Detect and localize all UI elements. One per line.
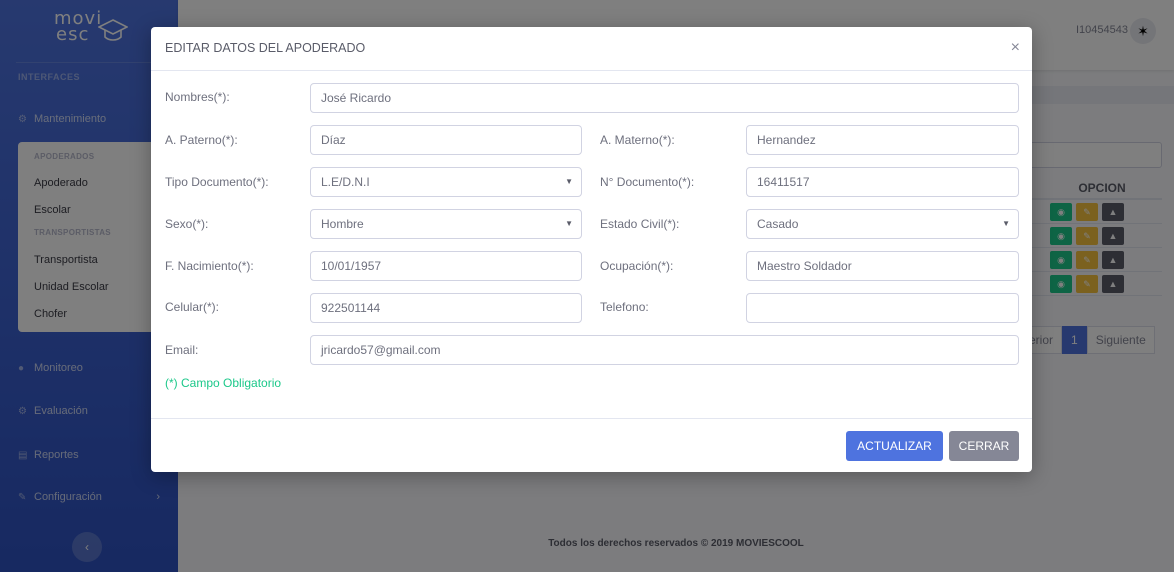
tipo-documento-label: Tipo Documento(*): [165,175,269,189]
materno-label: A. Materno(*): [600,133,675,147]
sexo-select[interactable]: Hombre ▼ [310,209,582,239]
modal-footer-divider [151,418,1032,419]
close-icon[interactable]: × [1011,39,1020,57]
caret-down-icon: ▼ [565,177,573,186]
estado-civil-value: Casado [757,217,799,231]
edit-apoderado-modal: EDITAR DATOS DEL APODERADO × Nombres(*):… [151,27,1032,472]
update-button[interactable]: ACTUALIZAR [846,431,943,461]
sexo-label: Sexo(*): [165,217,209,231]
tipo-documento-value: L.E/D.N.I [321,175,370,189]
estado-civil-select[interactable]: Casado ▼ [746,209,1019,239]
celular-field[interactable]: 922501144 [310,293,582,323]
nombres-field[interactable]: José Ricardo [310,83,1019,113]
caret-down-icon: ▼ [565,219,573,228]
sexo-value: Hombre [321,217,364,231]
nacimiento-field[interactable]: 10/01/1957 [310,251,582,281]
nro-documento-field[interactable]: 16411517 [746,167,1019,197]
paterno-label: A. Paterno(*): [165,133,238,147]
email-field[interactable]: jricardo57@gmail.com [310,335,1019,365]
nacimiento-label: F. Nacimiento(*): [165,259,254,273]
celular-label: Celular(*): [165,300,220,314]
nombres-label: Nombres(*): [165,90,230,104]
estado-civil-label: Estado Civil(*): [600,217,680,231]
telefono-field[interactable] [746,293,1019,323]
paterno-field[interactable]: Díaz [310,125,582,155]
ocupacion-label: Ocupación(*): [600,259,674,273]
tipo-documento-select[interactable]: L.E/D.N.I ▼ [310,167,582,197]
required-note: (*) Campo Obligatorio [165,376,282,390]
ocupacion-field[interactable]: Maestro Soldador [746,251,1019,281]
email-label: Email: [165,343,199,357]
close-button[interactable]: CERRAR [949,431,1019,461]
modal-title: EDITAR DATOS DEL APODERADO [165,41,366,55]
materno-field[interactable]: Hernandez [746,125,1019,155]
modal-header: EDITAR DATOS DEL APODERADO × [151,27,1032,71]
telefono-label: Telefono: [600,300,649,314]
nro-documento-label: N° Documento(*): [600,175,695,189]
caret-down-icon: ▼ [1002,219,1010,228]
